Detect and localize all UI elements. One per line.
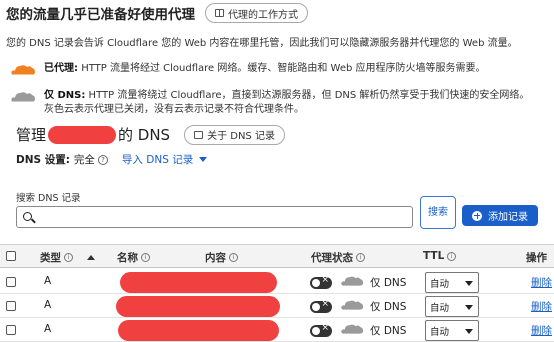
import-dns-records-label: 导入 DNS 记录 <box>121 154 194 166</box>
column-proxy-status[interactable]: 代理状态 i <box>311 250 365 265</box>
proxy-status-label: 仅 DNS <box>370 325 407 337</box>
gray-cloud-icon <box>341 324 364 334</box>
ttl-value: 自动 <box>430 279 450 290</box>
proxy-status-label: 仅 DNS <box>370 277 407 289</box>
info-icon: i <box>64 253 73 262</box>
manage-suffix: 的 DNS <box>118 126 171 144</box>
record-type: A <box>44 299 52 311</box>
delete-link[interactable]: 删除 <box>531 299 552 314</box>
table-row: A 仅 DNS 自动 删除 <box>0 295 554 318</box>
book-icon <box>215 9 224 17</box>
column-content[interactable]: 内容 i <box>205 250 238 265</box>
chevron-down-icon <box>465 281 473 286</box>
column-type-label: 类型 <box>40 252 61 264</box>
about-dns-records-button[interactable]: 关于 DNS 记录 <box>184 124 285 145</box>
search-button[interactable]: 搜索 <box>420 196 456 229</box>
ttl-value: 自动 <box>430 327 450 338</box>
column-proxy-status-label: 代理状态 <box>311 252 353 264</box>
proxied-mode-row: 已代理: HTTP 流量将经过 Cloudflare 网络。缓存、智能路由和 W… <box>10 62 486 78</box>
page-title: 您的流量几乎已准备好使用代理 <box>6 7 195 23</box>
ttl-value: 自动 <box>430 303 450 314</box>
import-dns-records-link[interactable]: 导入 DNS 记录 <box>121 152 208 167</box>
proxy-status-label: 仅 DNS <box>370 301 407 313</box>
column-ttl[interactable]: TTL i <box>423 250 457 262</box>
redacted-record-name <box>118 320 279 341</box>
column-content-label: 内容 <box>205 252 226 264</box>
dns-only-mode-row: 仅 DNS: HTTP 流量将绕过 Cloudflare，直接到达源服务器，但 … <box>10 89 529 117</box>
row-checkbox[interactable] <box>6 277 16 287</box>
redacted-domain <box>48 125 117 144</box>
gray-cloud-icon <box>341 276 364 286</box>
add-record-label: 添加记录 <box>488 212 528 223</box>
redacted-record-name <box>116 296 280 317</box>
gray-cloud-icon <box>10 89 36 105</box>
search-label: 搜索 DNS 记录 <box>16 193 81 204</box>
record-type: A <box>44 275 52 287</box>
row-checkbox[interactable] <box>6 301 16 311</box>
book-icon <box>194 130 204 139</box>
plus-icon <box>472 210 482 221</box>
table-row: A 仅 DNS 自动 删除 <box>0 271 554 294</box>
dns-only-description-line2: 灰色云表示代理已关闭，没有云表示记录不符合代理条件。 <box>44 104 304 115</box>
proxied-description: HTTP 流量将经过 Cloudflare 网络。缓存、智能路由和 Web 应用… <box>81 63 486 74</box>
manage-prefix: 管理 <box>16 126 47 144</box>
intro-text: 您的 DNS 记录会告诉 Cloudflare 您的 Web 内容在哪里托管，因… <box>6 38 518 49</box>
chevron-down-icon <box>465 305 473 310</box>
column-actions-label: 操作 <box>526 252 547 264</box>
select-all-checkbox[interactable] <box>6 251 16 261</box>
search-input[interactable] <box>16 206 413 228</box>
record-type: A <box>44 323 52 335</box>
info-icon: i <box>141 253 150 262</box>
delete-link[interactable]: 删除 <box>531 323 552 338</box>
dns-settings-row: DNS 设置: 完全 ? 导入 DNS 记录 <box>16 152 208 167</box>
about-dns-records-label: 关于 DNS 记录 <box>207 131 275 142</box>
column-actions: 操作 <box>526 250 547 265</box>
info-icon: i <box>447 251 457 261</box>
column-name-label: 名称 <box>117 252 138 264</box>
proxy-toggle[interactable] <box>310 323 332 337</box>
search-icon <box>23 212 32 221</box>
delete-link[interactable]: 删除 <box>531 275 552 290</box>
redacted-record-name <box>120 272 277 293</box>
info-icon: i <box>229 253 238 262</box>
proxied-label: 已代理: <box>44 63 78 74</box>
table-header: 类型 i 名称 i 内容 i 代理状态 i TTL i 操作 <box>0 244 554 268</box>
chevron-down-icon <box>199 157 208 162</box>
help-icon[interactable]: ? <box>97 154 108 165</box>
proxy-toggle[interactable] <box>310 275 332 289</box>
info-icon: i <box>356 253 365 262</box>
dns-records-table: 类型 i 名称 i 内容 i 代理状态 i TTL i 操作 A × 仅 DNS… <box>0 244 554 342</box>
sort-ascending-icon[interactable] <box>87 255 95 260</box>
column-name[interactable]: 名称 i <box>117 250 150 265</box>
manage-dns-heading-row: 管理 的 DNS 关于 DNS 记录 <box>16 124 285 145</box>
row-checkbox[interactable] <box>6 325 16 335</box>
dns-only-label: 仅 DNS: <box>44 90 86 101</box>
ttl-select[interactable]: 自动 <box>425 272 479 293</box>
ttl-select[interactable]: 自动 <box>425 320 479 341</box>
ttl-select[interactable]: 自动 <box>425 296 479 317</box>
dns-only-description: HTTP 流量将绕过 Cloudflare，直接到达源服务器，但 DNS 解析仍… <box>88 90 530 101</box>
how-proxy-works-label: 代理的工作方式 <box>228 9 298 21</box>
chevron-down-icon <box>465 329 473 334</box>
add-record-button[interactable]: 添加记录 <box>462 205 538 226</box>
gray-cloud-icon <box>341 300 364 310</box>
column-ttl-label: TTL <box>423 250 445 262</box>
how-proxy-works-button[interactable]: 代理的工作方式 <box>205 3 308 23</box>
proxy-toggle[interactable] <box>310 299 332 313</box>
column-type[interactable]: 类型 i <box>40 250 95 265</box>
orange-cloud-icon <box>10 62 36 78</box>
dns-settings-label: DNS 设置: <box>16 154 70 166</box>
table-row: A 仅 DNS 自动 删除 <box>0 319 554 342</box>
header-row: 您的流量几乎已准备好使用代理 代理的工作方式 <box>6 3 308 23</box>
search-button-label: 搜索 <box>428 206 448 218</box>
dns-settings-value: 完全 <box>73 154 95 166</box>
